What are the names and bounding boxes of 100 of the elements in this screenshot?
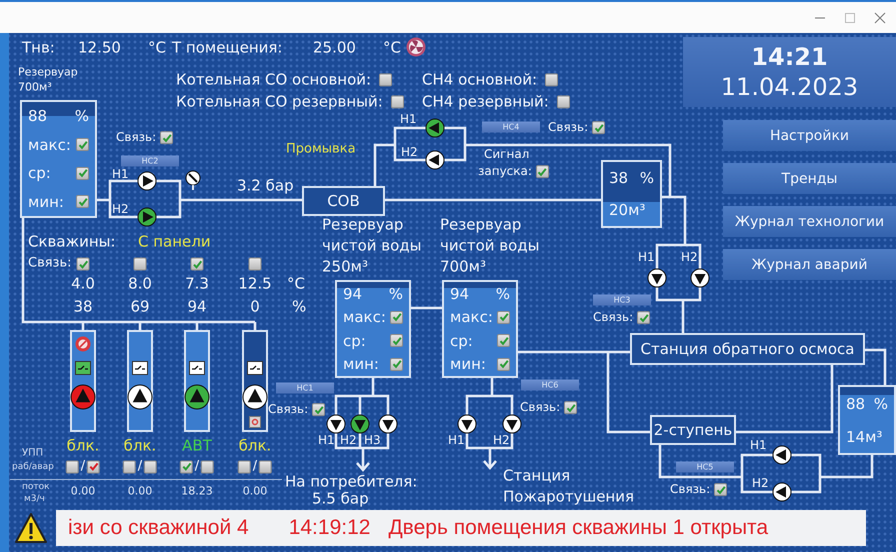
- checkbox[interactable]: [76, 195, 89, 208]
- checkbox[interactable]: [259, 460, 272, 474]
- signal-label: Сигнал: [484, 148, 530, 162]
- checkbox[interactable]: [201, 460, 214, 474]
- checkbox[interactable]: [637, 312, 650, 324]
- link-label: Связь:: [548, 121, 588, 135]
- checkbox[interactable]: [190, 258, 204, 270]
- level-sensor-label: макс:: [343, 308, 386, 326]
- checkbox[interactable]: [714, 484, 728, 496]
- flow-label: м3/ч: [24, 494, 45, 504]
- checkbox[interactable]: [248, 258, 262, 270]
- tank-level-value: 88: [846, 394, 866, 412]
- level-sensor-label: ср:: [450, 332, 473, 350]
- slash-text: /: [252, 460, 258, 474]
- checkbox[interactable]: [390, 310, 403, 324]
- checkbox[interactable]: [497, 310, 510, 324]
- checkbox[interactable]: [76, 166, 89, 180]
- checkbox[interactable]: [76, 138, 89, 152]
- checkbox[interactable]: [134, 258, 146, 270]
- pump-label: Н1: [448, 434, 465, 448]
- upp-label: УПП: [22, 447, 44, 459]
- tank-level-value: 94: [343, 284, 362, 303]
- pump-label: Н1: [318, 434, 335, 448]
- checkbox[interactable]: [556, 96, 570, 108]
- checkbox[interactable]: [160, 132, 174, 144]
- run-fault-label: раб/авар: [12, 462, 54, 472]
- checkbox[interactable]: [536, 166, 549, 178]
- station-tag: НС4: [482, 122, 540, 132]
- pump-label: Н2: [493, 434, 510, 448]
- checkbox[interactable]: [545, 74, 558, 86]
- checkbox[interactable]: [87, 460, 100, 474]
- pump-label: Н1: [638, 251, 655, 265]
- tank-level-unit: %: [74, 107, 89, 126]
- alarm-message: Дверь помещения скважины 1 открыта: [388, 516, 768, 540]
- temperature-unit: °C: [287, 275, 305, 293]
- signal-label: запуска:: [478, 165, 532, 179]
- checkbox[interactable]: [592, 122, 606, 134]
- reading-unit: °C: [383, 39, 401, 57]
- checkbox[interactable]: [390, 96, 404, 108]
- clock-date: 11.04.2023: [720, 73, 858, 101]
- checkbox[interactable]: [390, 358, 403, 371]
- tank-volume: 20м³: [609, 201, 646, 219]
- checkbox[interactable]: [180, 460, 193, 474]
- checkbox[interactable]: [144, 460, 158, 474]
- link-label: Связь:: [116, 131, 156, 145]
- pump-label: Н2: [752, 477, 769, 491]
- pump-label: Н2: [681, 251, 698, 265]
- slash-text: /: [80, 460, 86, 474]
- nav-button[interactable]: Тренды: [723, 163, 896, 194]
- tank-level-value: 38: [609, 169, 628, 187]
- control-source: С панели: [138, 233, 211, 251]
- level-sensor-label: макс:: [28, 136, 71, 154]
- alarm-message: ізи со скважиной 4: [68, 516, 249, 540]
- tank-level-unit: %: [496, 284, 510, 303]
- link-label: Связь:: [520, 401, 560, 415]
- tank-title: Резервуар: [440, 216, 522, 234]
- tank-title: чистой воды: [322, 237, 422, 255]
- nav-button[interactable]: Настройки: [723, 120, 896, 151]
- checkbox[interactable]: [497, 358, 510, 371]
- reading-value: 12.50: [78, 39, 121, 57]
- tank-title: чистой воды: [440, 237, 540, 255]
- close-icon[interactable]: [874, 12, 886, 24]
- checkbox[interactable]: [76, 258, 90, 270]
- process-unit: Станция обратного осмоса: [630, 333, 865, 365]
- pump-label: Н3: [364, 434, 381, 448]
- checkbox[interactable]: [379, 74, 392, 86]
- nav-button[interactable]: Журнал технологии: [723, 206, 896, 237]
- well-temperature: 7.3: [185, 275, 209, 293]
- level-sensor-label: макс:: [450, 308, 493, 326]
- well-percent: 94: [187, 298, 207, 316]
- nav-button[interactable]: Журнал аварий: [723, 249, 896, 280]
- tank-level-unit: %: [874, 394, 888, 412]
- reading-value: 25.00: [313, 39, 356, 57]
- wells-title: Скважины:: [28, 233, 116, 251]
- well-mode: блк.: [124, 437, 156, 455]
- well-percent: 38: [73, 298, 93, 316]
- well-flow: 0.00: [128, 486, 152, 498]
- link-label: Связь:: [28, 256, 72, 272]
- level-sensor-label: мин:: [343, 355, 379, 374]
- gas-sensor-label: Котельная СО резервный:: [176, 93, 383, 111]
- checkbox[interactable]: [390, 334, 403, 348]
- checkbox[interactable]: [122, 460, 136, 474]
- link-label: Связь:: [593, 311, 634, 325]
- checkbox[interactable]: [497, 334, 510, 348]
- tank-title: 700м³: [18, 82, 52, 94]
- clock-time: 14:21: [751, 43, 828, 71]
- process-unit: СОВ: [302, 186, 385, 216]
- tank-title: 700м³: [440, 258, 486, 276]
- checkbox[interactable]: [66, 460, 79, 474]
- checkbox[interactable]: [564, 402, 578, 414]
- tank-level-value: 94: [450, 284, 470, 303]
- level-sensor-label: мин:: [450, 355, 486, 374]
- link-label: Связь:: [670, 483, 710, 497]
- checkbox[interactable]: [238, 460, 251, 474]
- alarm-icon: [75, 336, 91, 352]
- checkbox[interactable]: [312, 404, 326, 416]
- well-temperature: 8.0: [128, 275, 152, 293]
- station-tag: НС3: [593, 294, 651, 306]
- arrow: [482, 446, 498, 470]
- station-tag: НС2: [121, 156, 179, 166]
